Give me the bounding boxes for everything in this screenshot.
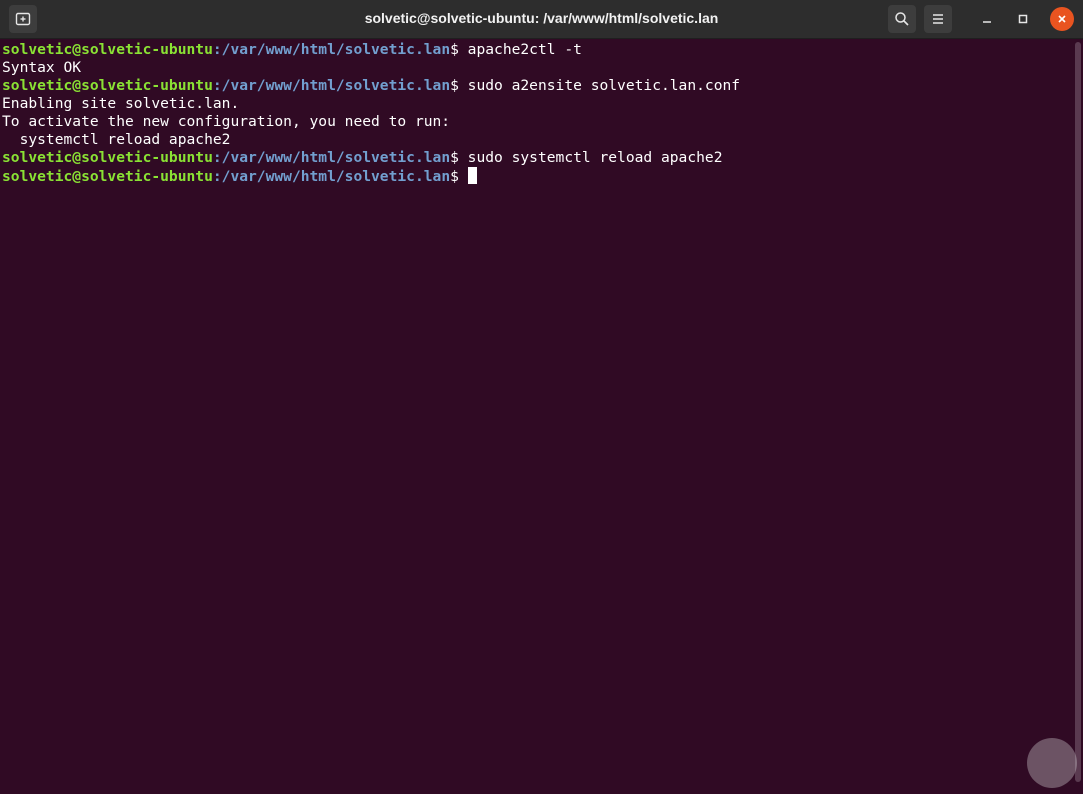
terminal-output[interactable]: solvetic@solvetic-ubuntu:/var/www/html/s… (0, 39, 1072, 794)
prompt-path: :/var/www/html/solvetic.lan (212, 77, 451, 94)
close-icon (1058, 15, 1066, 23)
output-line: Syntax OK (2, 59, 82, 76)
output-line: systemctl reload apache2 (2, 131, 231, 148)
maximize-icon (1018, 14, 1028, 24)
prompt-path: :/var/www/html/solvetic.lan (212, 149, 451, 166)
prompt-path: :/var/www/html/solvetic.lan (212, 41, 451, 58)
prompt-user: solvetic@solvetic-ubuntu (2, 41, 213, 58)
scrollbar-thumb[interactable] (1075, 42, 1081, 782)
watermark-logo (1027, 738, 1077, 788)
prompt-line: solvetic@solvetic-ubuntu:/var/www/html/s… (2, 149, 1072, 167)
text-cursor (467, 167, 477, 184)
prompt-user: solvetic@solvetic-ubuntu (2, 168, 213, 185)
minimize-icon (983, 21, 991, 23)
command-text: $ sudo systemctl reload apache2 (450, 149, 723, 166)
output-line: Enabling site solvetic.lan. (2, 95, 240, 112)
maximize-button[interactable] (1009, 5, 1037, 33)
output-line: To activate the new configuration, you n… (2, 113, 451, 130)
command-text: $ (450, 168, 468, 185)
prompt-line-active: solvetic@solvetic-ubuntu:/var/www/html/s… (2, 167, 1072, 185)
title-bar[interactable]: solvetic@solvetic-ubuntu: /var/www/html/… (0, 0, 1083, 39)
prompt-user: solvetic@solvetic-ubuntu (2, 149, 213, 166)
prompt-path: :/var/www/html/solvetic.lan (212, 168, 451, 185)
prompt-line: solvetic@solvetic-ubuntu:/var/www/html/s… (2, 41, 1072, 59)
close-button[interactable] (1050, 7, 1074, 31)
menu-button[interactable] (924, 5, 952, 33)
terminal-window: solvetic@solvetic-ubuntu: /var/www/html/… (0, 0, 1083, 794)
search-button[interactable] (888, 5, 916, 33)
prompt-user: solvetic@solvetic-ubuntu (2, 77, 213, 94)
command-text: $ sudo a2ensite solvetic.lan.conf (450, 77, 741, 94)
hamburger-menu-icon (933, 14, 943, 24)
prompt-line: solvetic@solvetic-ubuntu:/var/www/html/s… (2, 77, 1072, 95)
search-icon (895, 12, 909, 26)
minimize-button[interactable] (973, 5, 1001, 33)
command-text: $ apache2ctl -t (450, 41, 582, 58)
window-title: solvetic@solvetic-ubuntu: /var/www/html/… (364, 10, 719, 26)
